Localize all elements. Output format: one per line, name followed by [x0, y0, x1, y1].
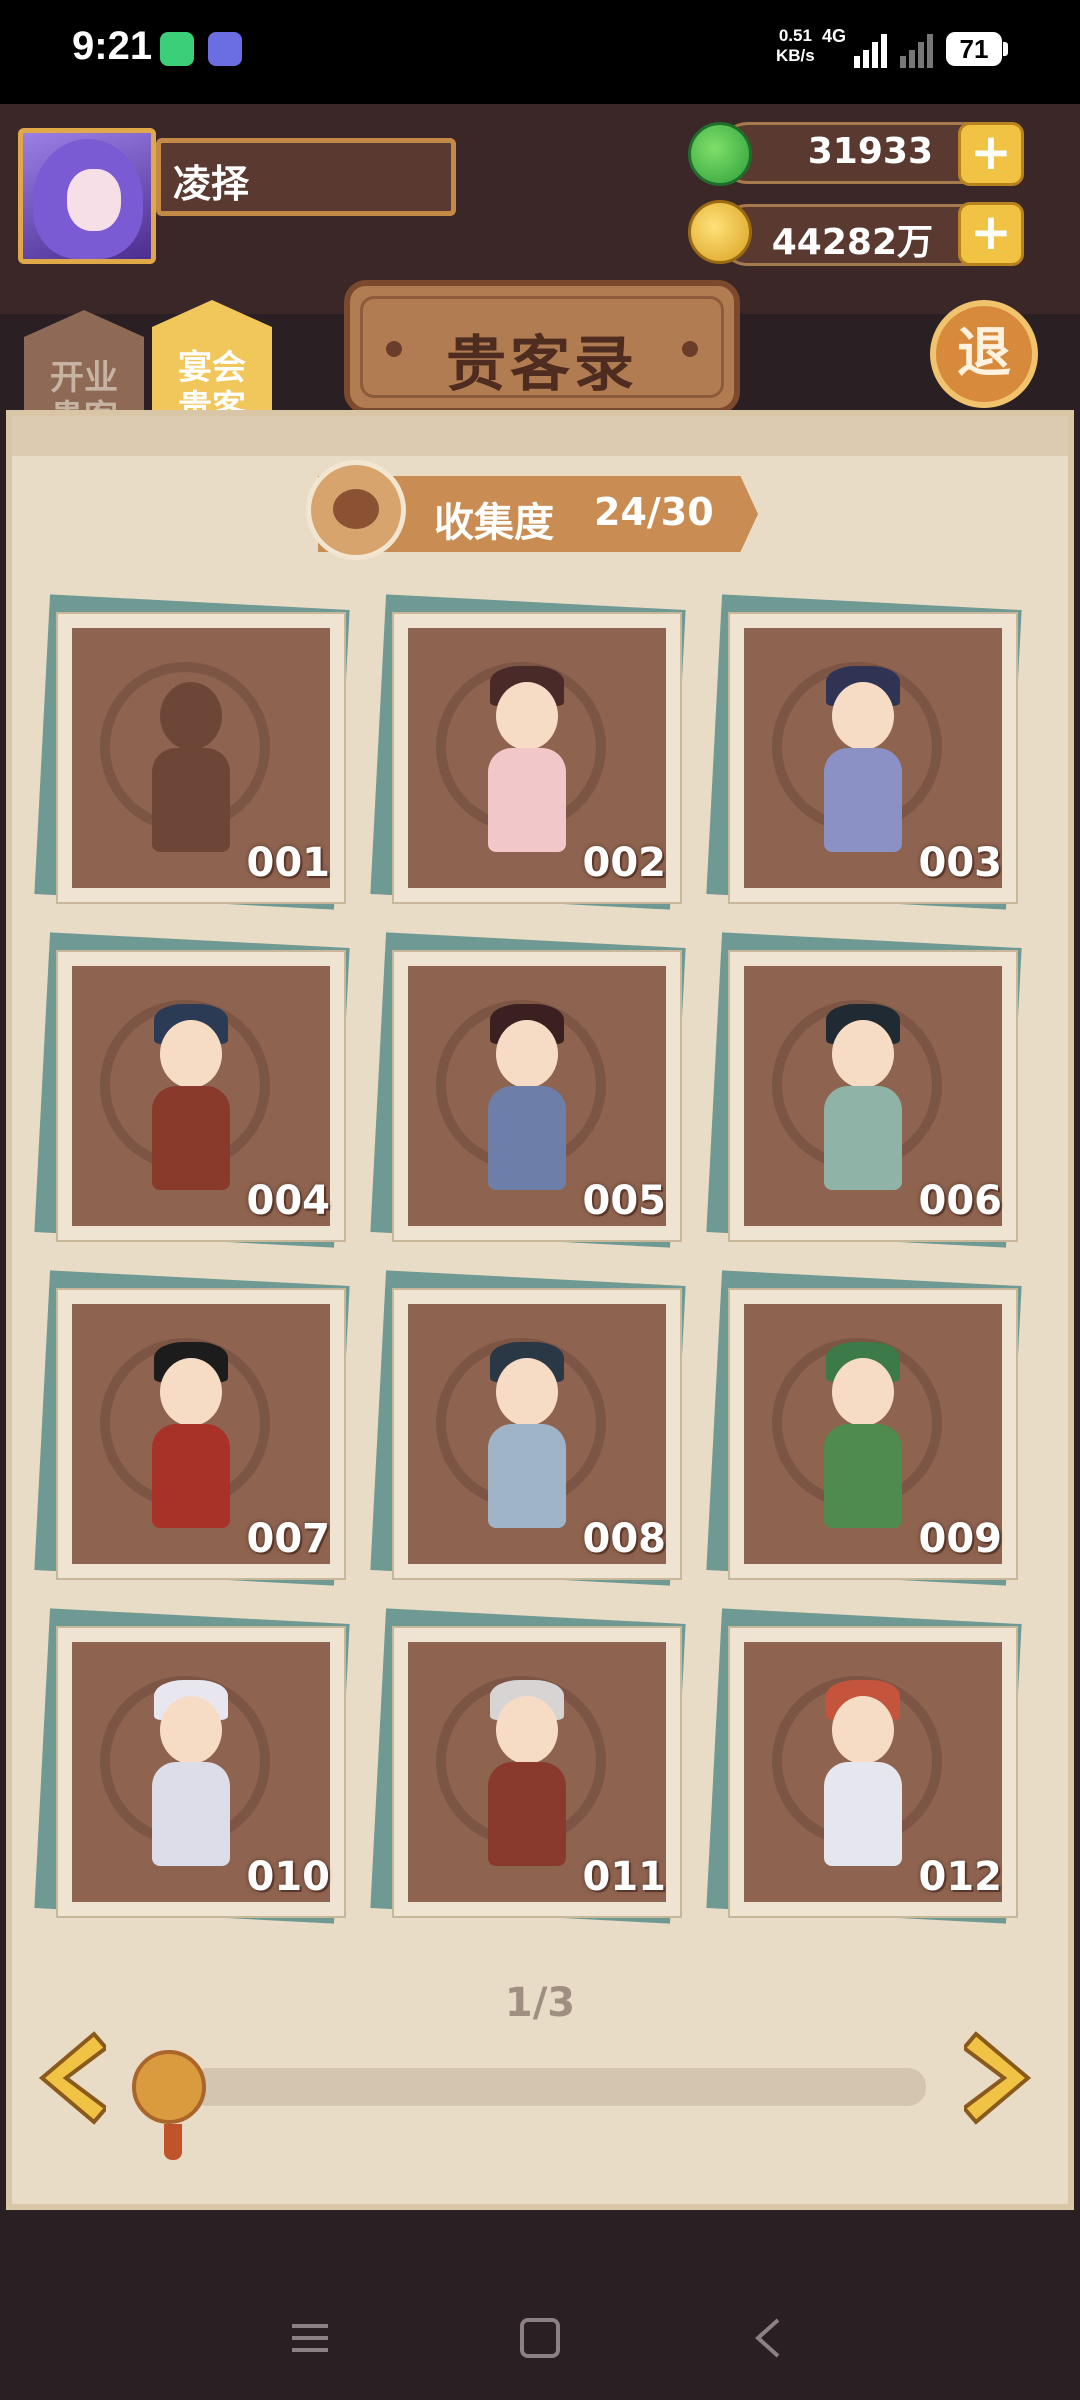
guest-card-008[interactable]: 008: [370, 1270, 686, 1586]
status-bar: 9:21 0.51 KB/s 4G 71: [0, 0, 1080, 104]
guest-portrait: [136, 1000, 246, 1200]
card-number: 007: [246, 1516, 331, 1562]
player-name-box: 凌择: [156, 138, 456, 216]
player-name: 凌择: [173, 162, 250, 206]
card-number: 006: [918, 1178, 1003, 1224]
guest-portrait: [808, 1000, 918, 1200]
figure-body: [152, 748, 230, 852]
guest-portrait: [136, 1338, 246, 1538]
guest-card-007[interactable]: 007: [34, 1270, 350, 1586]
card-number: 008: [582, 1516, 667, 1562]
jade-value: 31933: [807, 131, 933, 172]
network-type: 4G: [822, 26, 847, 46]
card-number: 010: [246, 1854, 331, 1900]
figure-body: [824, 1424, 902, 1528]
knob-tassel: [164, 2124, 182, 2160]
figure-body: [824, 1762, 902, 1866]
jade-icon: [688, 122, 752, 186]
guest-card-005[interactable]: 005: [370, 932, 686, 1248]
app-notification-icon: [208, 32, 242, 66]
network-speed-value: 0.51: [778, 26, 812, 45]
avatar-face: [67, 169, 121, 231]
figure-head: [160, 682, 222, 750]
guest-card-010[interactable]: 010: [34, 1608, 350, 1924]
guest-card-003[interactable]: 003: [706, 594, 1022, 910]
guest-card-004[interactable]: 004: [34, 932, 350, 1248]
page-slider-knob[interactable]: [132, 2050, 206, 2160]
figure-head: [496, 682, 558, 750]
figure-head: [832, 1020, 894, 1088]
collection-count: 24/30: [594, 490, 714, 534]
card-number: 009: [918, 1516, 1003, 1562]
signal-icon: [854, 34, 933, 68]
back-icon[interactable]: [752, 2316, 782, 2360]
card-number: 012: [918, 1854, 1003, 1900]
guest-card-012[interactable]: 012: [706, 1608, 1022, 1924]
guest-portrait: [136, 1676, 246, 1876]
figure-body: [152, 1086, 230, 1190]
chevron-right-icon[interactable]: [964, 2028, 1036, 2128]
exit-button[interactable]: 退: [930, 300, 1038, 408]
figure-head: [496, 1020, 558, 1088]
figure-body: [824, 748, 902, 852]
collection-label: 收集度: [434, 500, 554, 546]
figure-body: [488, 1762, 566, 1866]
page-slider-track[interactable]: [190, 2068, 926, 2106]
card-number: 011: [582, 1854, 667, 1900]
coin-value: 44282万: [771, 222, 933, 263]
player-avatar[interactable]: [18, 128, 156, 264]
figure-body: [152, 1762, 230, 1866]
guest-card-002[interactable]: 002: [370, 594, 686, 910]
figure-head: [160, 1358, 222, 1426]
card-number: 002: [582, 840, 667, 886]
card-number: 001: [246, 840, 331, 886]
locked-guest-silhouette: [136, 662, 246, 862]
collection-monkey-icon: [306, 460, 406, 560]
guest-portrait: [472, 1338, 582, 1538]
page-indicator: 1/3: [504, 1980, 576, 2026]
battery-icon: 71: [946, 32, 1002, 66]
battery-tip: [1003, 42, 1008, 56]
page-title: 贵客录: [446, 330, 638, 400]
copper-coin-icon: [688, 200, 752, 264]
monkey-face: [333, 489, 379, 529]
figure-body: [824, 1086, 902, 1190]
guest-portrait: [808, 1676, 918, 1876]
figure-head: [160, 1020, 222, 1088]
figure-head: [832, 1696, 894, 1764]
figure-head: [832, 1358, 894, 1426]
figure-body: [488, 1424, 566, 1528]
figure-body: [152, 1424, 230, 1528]
menu-icon[interactable]: [290, 2320, 330, 2356]
guest-card-011[interactable]: 011: [370, 1608, 686, 1924]
page-title-plate: 贵客录: [344, 280, 740, 414]
guest-card-006[interactable]: 006: [706, 932, 1022, 1248]
figure-head: [496, 1696, 558, 1764]
chevron-left-icon[interactable]: [34, 2028, 106, 2128]
figure-head: [832, 682, 894, 750]
figure-head: [496, 1358, 558, 1426]
guest-portrait: [808, 1338, 918, 1538]
network-speed: 0.51 KB/s: [776, 26, 815, 66]
figure-head: [160, 1696, 222, 1764]
home-icon[interactable]: [518, 2316, 562, 2360]
card-number: 003: [918, 840, 1003, 886]
card-number: 005: [582, 1178, 667, 1224]
guest-portrait: [472, 662, 582, 862]
guest-card-001[interactable]: 001: [34, 594, 350, 910]
add-coin-button[interactable]: +: [958, 202, 1024, 266]
add-jade-button[interactable]: +: [958, 122, 1024, 186]
status-time: 9:21: [72, 24, 153, 68]
card-number: 004: [246, 1178, 331, 1224]
guest-card-009[interactable]: 009: [706, 1270, 1022, 1586]
network-speed-unit: KB/s: [776, 46, 815, 65]
figure-body: [488, 748, 566, 852]
figure-body: [488, 1086, 566, 1190]
app-notification-icon: [160, 32, 194, 66]
guest-portrait: [472, 1000, 582, 1200]
guest-portrait: [808, 662, 918, 862]
guest-portrait: [472, 1676, 582, 1876]
panel-band: [12, 416, 1068, 456]
